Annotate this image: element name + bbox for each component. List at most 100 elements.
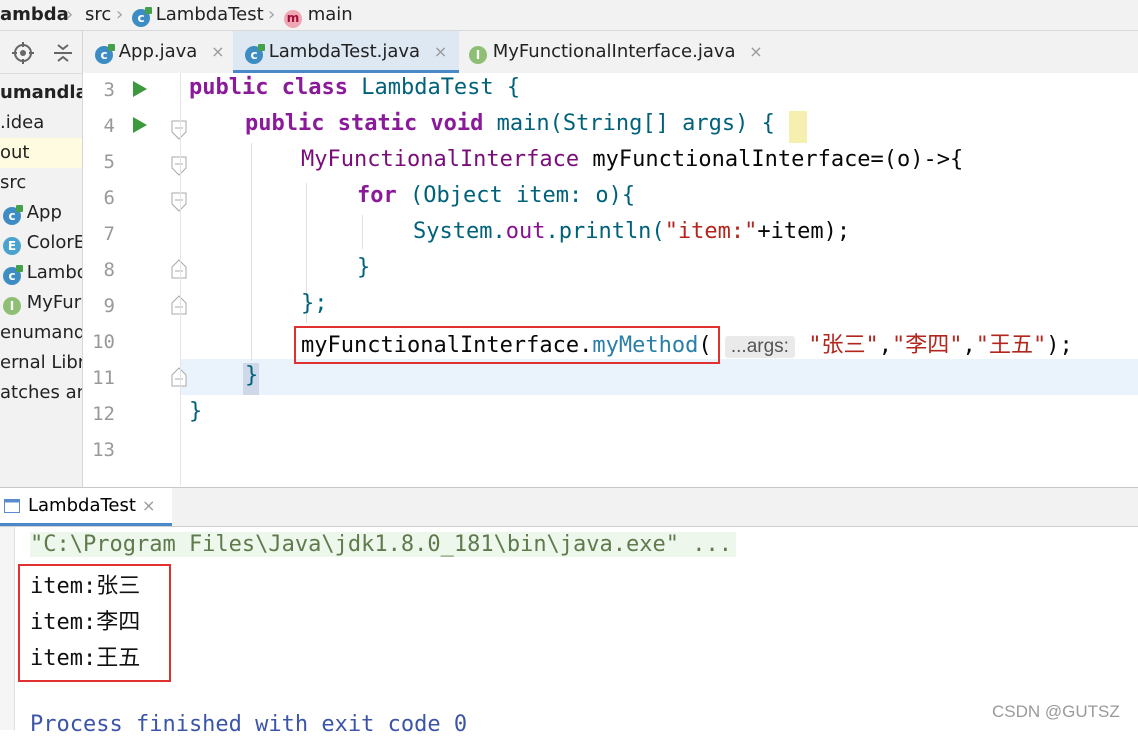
editor-tabbar: c App.java × c LambdaTest.java × I MyFun… [83,31,1138,74]
code-text: System. [413,219,506,244]
sidebar-toolbar [0,31,82,74]
code-text: , [878,333,892,358]
tree-item-project[interactable]: umandlar [0,78,82,108]
fold-end-icon[interactable] [171,367,187,387]
string-literal: "李四" [891,333,963,358]
enum-icon: E [3,237,21,255]
keyword: class [281,75,348,100]
brace-highlight [789,111,807,143]
keyword: for [357,183,397,208]
tree-item-label: out [0,142,30,163]
tree-item-label: atches an [0,382,82,403]
project-sidebar: umandlar .idea out src c App E ColorE c … [0,31,83,487]
keyword: public static void [245,111,484,136]
code-line-3: public class LambdaTest { [189,75,520,100]
code-editor[interactable]: 3 4 5 6 7 8 9 10 11 12 13 public class L… [83,73,1138,486]
console-gutter [0,527,15,730]
tree-item-label: Lambo [26,262,83,283]
code-text: .println( [545,219,665,244]
code-text: myFunctionalInterface=(o)->{ [592,147,964,172]
line-number: 7 [103,223,115,245]
collapse-all-icon[interactable] [52,43,74,63]
parameter-hint: ...args: [724,336,795,358]
breadcrumb-project[interactable]: ambda [0,4,69,26]
tree-item-label: MyFur [26,292,82,313]
gutter-divider [180,73,181,486]
fold-end-icon[interactable] [171,259,187,279]
tree-item-idea[interactable]: .idea [0,108,82,138]
tab-run-lambdatest[interactable]: LambdaTest × [0,488,172,526]
tab-label: MyFunctionalInterface.java [492,41,736,62]
tab-label: App.java [118,41,198,62]
run-icon[interactable] [133,81,147,97]
tree-item-colorenum[interactable]: E ColorE [3,228,82,258]
close-icon[interactable]: × [211,42,224,61]
tab-lambdatest-java[interactable]: c LambdaTest.java × [233,31,460,73]
tree-item-scratches[interactable]: atches an [0,378,82,408]
breadcrumb: ambda › src › c LambdaTest › m main [0,0,1138,31]
tree-item-label: App [26,202,62,223]
tab-label: LambdaTest.java [268,41,421,62]
chevron-right-icon: › [66,4,74,25]
tree-item-label: src [0,172,27,193]
code-line-8: } [357,255,371,280]
tree-item-label: ernal Libr [0,352,82,373]
code-line-12: } [189,399,203,424]
code-line-6: for (Object item: o){ [357,183,635,208]
console-icon [4,499,20,513]
tree-item-src[interactable]: src [0,168,82,198]
run-icon[interactable] [133,117,147,133]
fold-icon[interactable] [171,192,187,212]
tree-item-myfunctionalinterface[interactable]: I MyFur [3,288,82,318]
class-icon: c [3,265,23,285]
class-name: LambdaTest { [361,75,521,100]
highlight-box [294,326,720,364]
editor-gutter: 3 4 5 6 7 8 9 10 11 12 13 [83,73,187,486]
console-tabbar: LambdaTest × [0,488,1138,527]
breadcrumb-method-label: main [307,4,353,25]
chevron-right-icon: › [116,4,124,25]
string-literal: "王五" [975,333,1047,358]
class-icon: c [245,44,265,64]
breadcrumb-class-label: LambdaTest [155,4,264,25]
indent-guide [362,215,363,249]
locate-icon[interactable] [12,42,34,64]
fold-icon[interactable] [171,156,187,176]
code-text: (Object item: o){ [410,183,636,208]
tree-item-app[interactable]: c App [3,198,82,228]
close-icon[interactable]: × [142,488,155,524]
console-command-line: "C:\Program Files\Java\jdk1.8.0_181\bin\… [30,532,736,557]
chevron-right-icon: › [268,4,276,25]
tree-item-lambdatest[interactable]: c Lambo [3,258,83,288]
breadcrumb-src[interactable]: src [85,4,111,26]
close-icon[interactable]: × [749,42,762,61]
code-line-4: public static void main(String[] args) { [245,111,775,136]
tab-app-java[interactable]: c App.java × [95,31,224,73]
fold-end-icon[interactable] [171,295,187,315]
line-number: 11 [92,367,115,389]
breadcrumb-class[interactable]: c LambdaTest [132,4,264,27]
indent-guide [251,143,252,361]
method-signature: main(String[] args) { [496,111,775,136]
line-number: 5 [103,151,115,173]
line-number: 8 [103,259,115,281]
fold-icon[interactable] [171,120,187,140]
tree-item-external-libraries[interactable]: ernal Libr [0,348,82,378]
code-text: +item); [757,219,851,244]
tree-item-label: umandlar [0,82,82,103]
tab-label: LambdaTest [28,495,136,516]
string-literal: "item:" [664,219,758,244]
close-icon[interactable]: × [434,42,447,61]
breadcrumb-method[interactable]: m main [284,4,353,28]
code-line-5: MyFunctionalInterface myFunctionalInterf… [301,147,963,172]
tab-myfunctionalinterface-java[interactable]: I MyFunctionalInterface.java × [469,31,763,73]
class-icon: c [3,205,23,225]
line-number: 6 [103,187,115,209]
run-console: LambdaTest × "C:\Program Files\Java\jdk1… [0,487,1138,737]
string-literal: "张三" [808,333,879,358]
tree-item-enumand[interactable]: enumand [0,318,82,348]
code-line-7: System.out.println("item:"+item); [413,219,850,244]
tree-item-out[interactable]: out [0,138,82,168]
class-icon: c [95,44,115,64]
line-number: 13 [92,439,115,461]
